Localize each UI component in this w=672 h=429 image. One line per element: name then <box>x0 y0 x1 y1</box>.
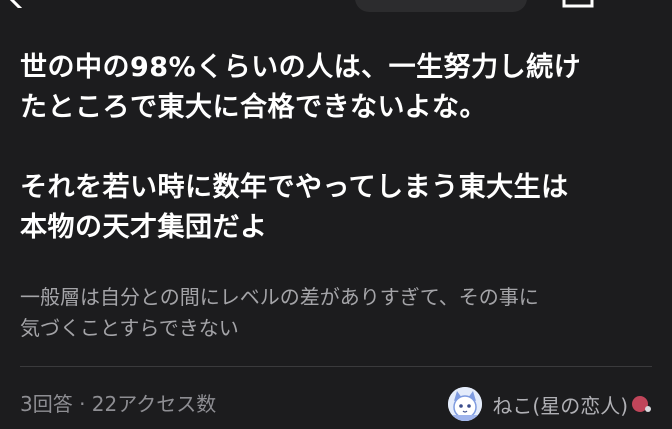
question-title: 世の中の98%くらいの人は、一生努力し続け たところで東大に合格できないよな。 … <box>20 52 582 243</box>
share-icon[interactable] <box>561 0 595 10</box>
red-badge-icon <box>632 396 651 412</box>
top-bar <box>0 0 672 14</box>
search-pill[interactable] <box>355 0 527 12</box>
divider <box>20 366 652 367</box>
chevron-left-icon[interactable] <box>8 0 26 8</box>
author-name[interactable]: ねこ(星の恋人) <box>492 390 628 419</box>
author-info[interactable]: ねこ(星の恋人) <box>448 386 652 422</box>
cat-avatar-icon[interactable] <box>448 387 483 421</box>
question-body: 一般層は自分との間にレベルの差がありすぎて、その事に 気づくことすらできない <box>20 285 539 340</box>
question-stats: 3回答 · 22アクセス数 <box>20 392 217 416</box>
